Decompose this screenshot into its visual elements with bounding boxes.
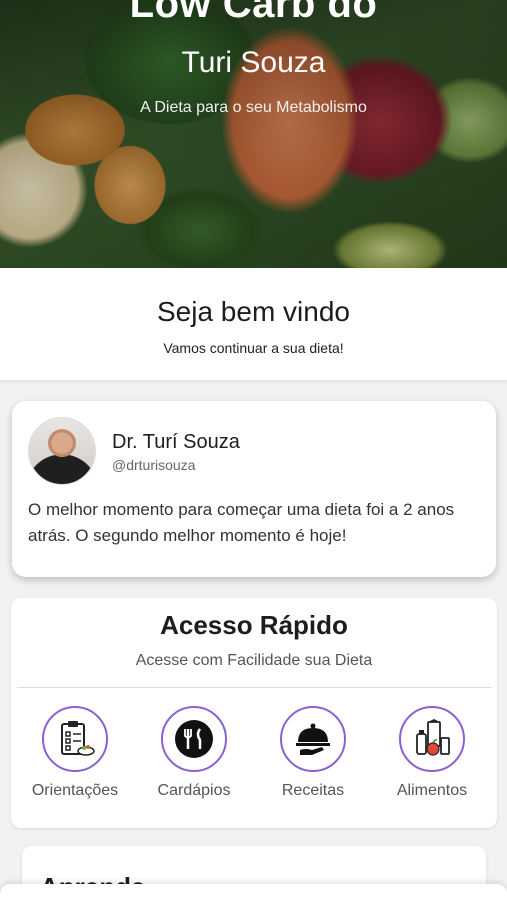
quick-access-card: Acesso Rápido Acesse com Facilidade sua … <box>11 598 497 828</box>
plate-cutlery-icon <box>161 706 227 772</box>
quick-access-subtitle: Acesse com Facilidade sua Dieta <box>135 652 373 669</box>
divider <box>17 687 491 688</box>
checklist-icon <box>42 706 108 772</box>
author-name: Dr. Turí Souza <box>112 431 240 453</box>
avatar <box>28 417 96 485</box>
groceries-icon <box>399 706 465 772</box>
author-handle: @drturisouza <box>112 457 196 473</box>
quick-item-label: Cardápios <box>157 782 231 799</box>
quick-item-receitas[interactable]: Receitas <box>258 706 368 800</box>
quick-item-alimentos[interactable]: Alimentos <box>377 706 487 800</box>
quote-text: O melhor momento para começar uma dieta … <box>28 500 455 545</box>
quote-card: Dr. Turí Souza @drturisouza O melhor mom… <box>12 401 496 577</box>
welcome-subtitle: Vamos continuar a sua dieta! <box>163 340 344 356</box>
quick-item-label: Receitas <box>281 782 345 799</box>
quick-item-label: Alimentos <box>396 782 468 799</box>
welcome-title: Seja bem vindo <box>156 296 350 327</box>
quick-access-title: Acesso Rápido <box>160 610 348 640</box>
hero-tagline: A Dieta para o seu Metabolismo <box>140 99 367 116</box>
quick-item-label: Orientações <box>31 782 119 799</box>
hero-subtitle: Turi Souza <box>181 46 326 79</box>
quick-item-cardapios[interactable]: Cardápios <box>139 706 249 800</box>
bottom-navigation <box>0 884 507 900</box>
quick-item-orientacoes[interactable]: Orientações <box>20 706 130 800</box>
cloche-icon <box>280 706 346 772</box>
welcome-section: Seja bem vindo Vamos continuar a sua die… <box>0 268 507 380</box>
hero-title: Low Carb do <box>129 0 378 26</box>
hero-banner: Low Carb do Turi Souza A Dieta para o se… <box>0 0 507 268</box>
